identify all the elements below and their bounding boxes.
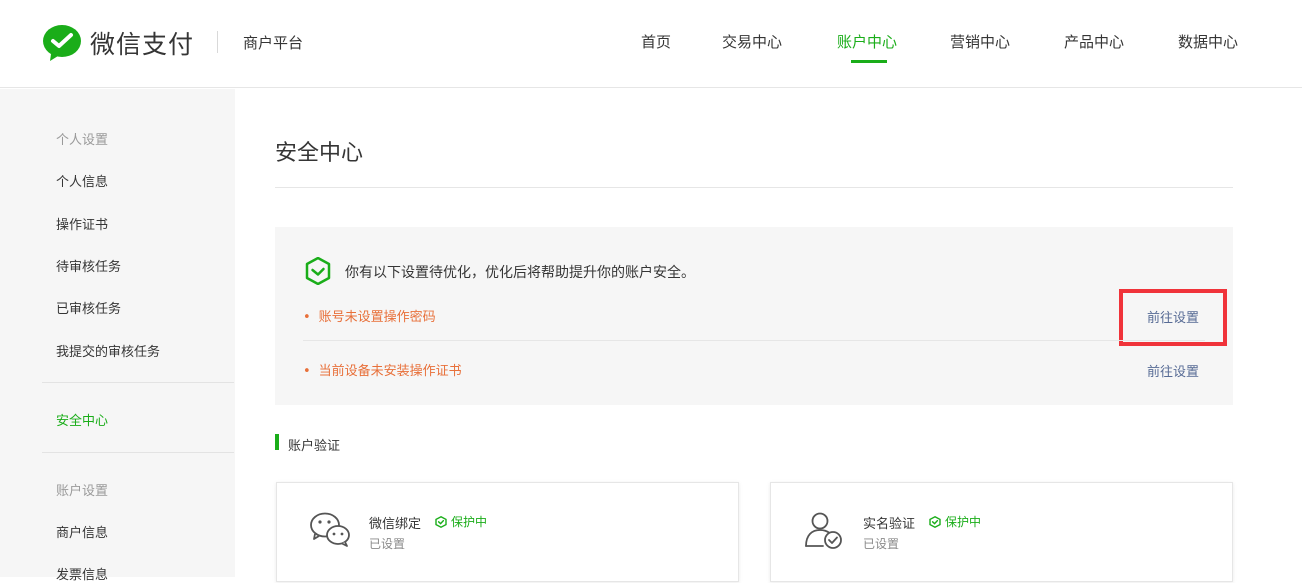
sidebar-group-personal: 个人设置 — [56, 133, 109, 148]
sidebar-item-reviewed-tasks[interactable]: 已审核任务 — [56, 298, 121, 317]
nav-account-center[interactable]: 账户中心 — [837, 31, 897, 52]
sidebar-divider — [42, 382, 234, 383]
brand-name: 微信支付 — [90, 30, 195, 59]
shield-check-icon — [435, 515, 447, 528]
nav-active-indicator — [851, 60, 887, 63]
goto-setup-certificate-link[interactable]: 前往设置 — [1147, 361, 1199, 380]
sidebar-divider — [42, 452, 234, 453]
protection-badge: 保护中 — [929, 513, 981, 530]
card-status: 已设置 — [369, 537, 406, 551]
alert-item-text: 当前设备未安装操作证书 — [318, 364, 462, 379]
card-wechat-binding[interactable]: 微信绑定 保护中 已设置 — [276, 482, 739, 582]
card-real-name-verify[interactable]: 实名验证 保护中 已设置 — [770, 482, 1233, 582]
nav-marketing-center[interactable]: 营销中心 — [950, 31, 1010, 52]
card-title: 实名验证 — [863, 517, 916, 532]
badge-text: 保护中 — [945, 515, 982, 529]
platform-name: 商户平台 — [243, 34, 304, 52]
sidebar-item-security-center[interactable]: 安全中心 — [56, 410, 108, 429]
nav-data-center[interactable]: 数据中心 — [1178, 31, 1238, 52]
nav-home[interactable]: 首页 — [641, 31, 671, 52]
wechat-pay-logo[interactable]: 微信支付 — [42, 24, 194, 62]
bullet-dot: • — [303, 364, 311, 379]
nav-trade-center[interactable]: 交易中心 — [722, 31, 782, 52]
nav-product-center[interactable]: 产品中心 — [1064, 31, 1124, 52]
alert-item-no-password: • 账号未设置操作密码 — [303, 306, 436, 325]
sidebar-item-certificate[interactable]: 操作证书 — [56, 214, 108, 233]
wechat-icon — [310, 512, 350, 547]
section-title-account-verify: 账户验证 — [288, 439, 341, 454]
badge-text: 保护中 — [451, 515, 488, 529]
card-title: 微信绑定 — [369, 517, 422, 532]
card-status: 已设置 — [863, 537, 900, 551]
top-header: 微信支付 商户平台 首页 交易中心 账户中心 营销中心 产品中心 数据中心 — [0, 0, 1302, 88]
user-verified-icon — [805, 512, 842, 549]
wechat-pay-logo-icon — [43, 25, 81, 61]
page-title: 安全中心 — [275, 141, 364, 166]
shield-check-icon — [929, 515, 941, 528]
sidebar: 个人设置 个人信息 操作证书 待审核任务 已审核任务 我提交的审核任务 安全中心… — [0, 89, 235, 583]
highlight-box — [1119, 289, 1227, 346]
security-alert-panel: 你有以下设置待优化，优化后将帮助提升你的账户安全。 • 账号未设置操作密码 前往设… — [275, 227, 1233, 405]
title-divider — [275, 187, 1233, 188]
alert-item-no-certificate: • 当前设备未安装操作证书 — [303, 360, 462, 379]
sidebar-item-my-submitted-tasks[interactable]: 我提交的审核任务 — [56, 341, 160, 360]
logo-separator — [217, 31, 218, 53]
section-marker — [275, 434, 279, 450]
bullet-dot: • — [303, 310, 311, 325]
sidebar-item-pending-tasks[interactable]: 待审核任务 — [56, 256, 121, 275]
sidebar-group-account: 账户设置 — [56, 484, 109, 499]
sidebar-item-invoice-info[interactable]: 发票信息 — [56, 564, 108, 583]
sidebar-item-personal-info[interactable]: 个人信息 — [56, 171, 108, 190]
sidebar-item-merchant-info[interactable]: 商户信息 — [56, 522, 108, 541]
alert-divider — [303, 340, 1205, 341]
shield-check-icon — [305, 257, 331, 285]
alert-item-text: 账号未设置操作密码 — [318, 310, 436, 325]
alert-message: 你有以下设置待优化，优化后将帮助提升你的账户安全。 — [345, 265, 695, 281]
protection-badge: 保护中 — [435, 513, 487, 530]
